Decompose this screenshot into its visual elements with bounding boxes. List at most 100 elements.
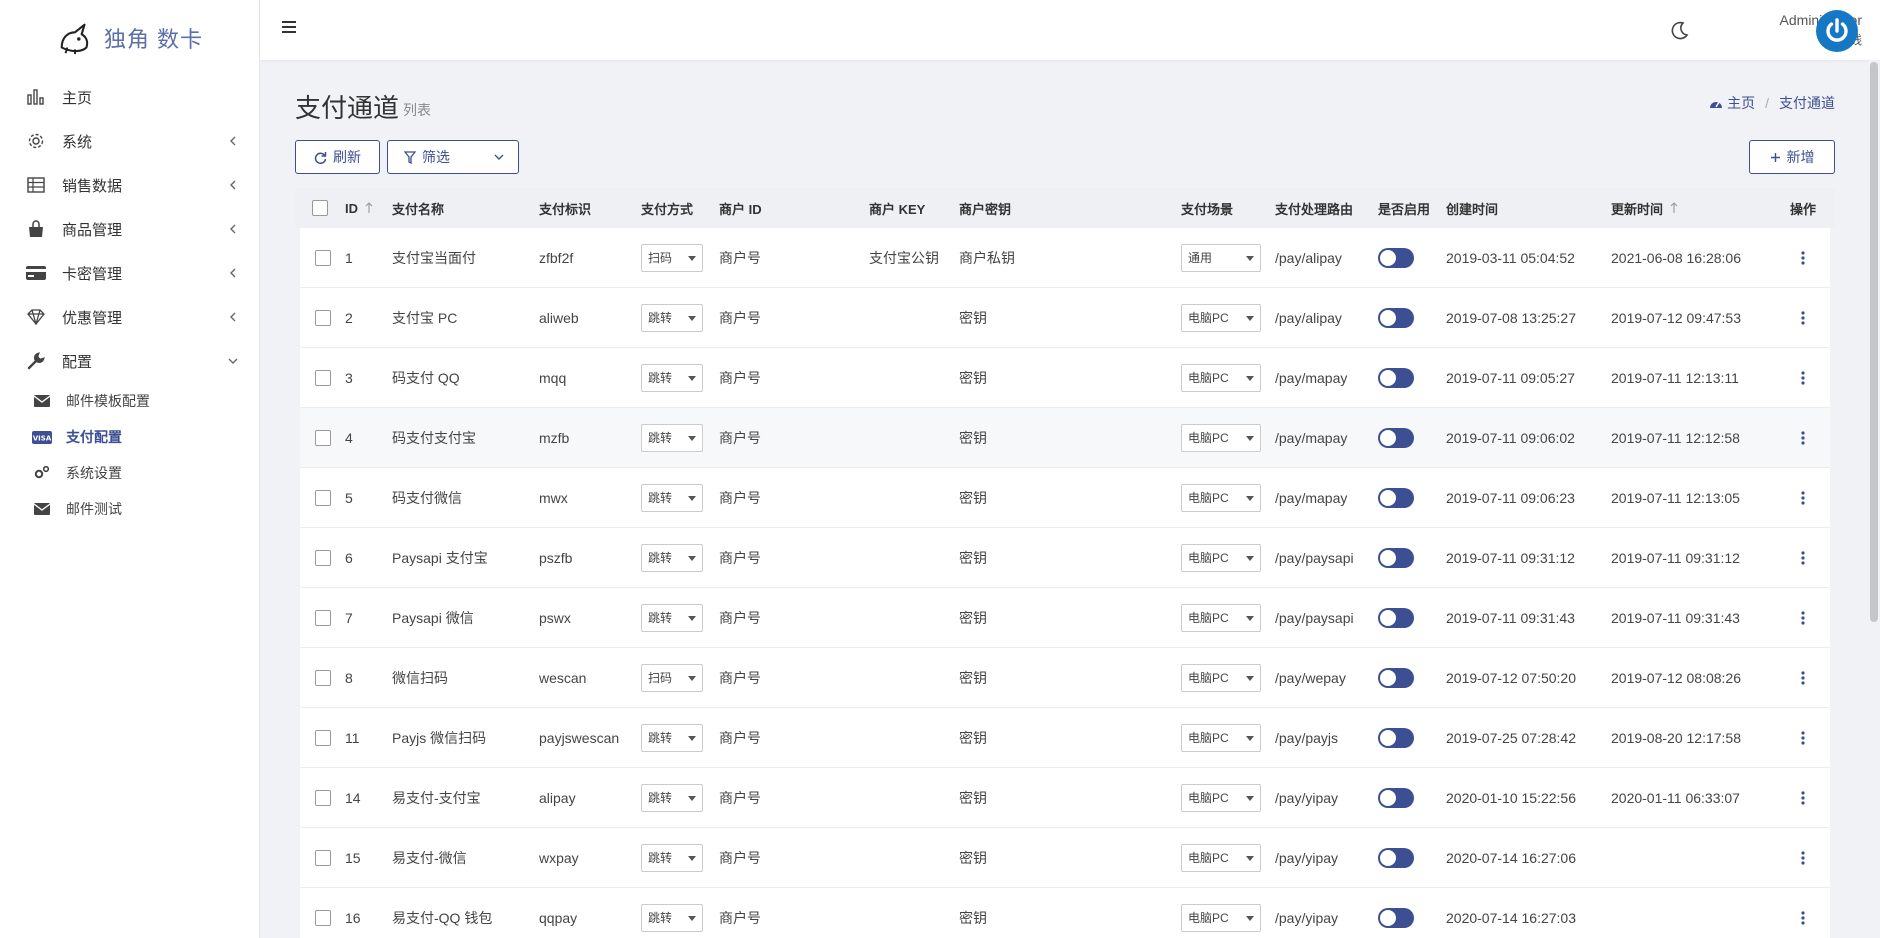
table-row[interactable]: 14 易支付-支付宝 alipay 跳转 商户号 密钥 电脑PC /pay/yi… (300, 768, 1830, 828)
sidebar-subitem-mail-template[interactable]: 邮件模板配置 (0, 383, 259, 419)
pay-way-select[interactable]: 跳转 (641, 543, 703, 572)
enable-toggle[interactable] (1378, 787, 1414, 808)
enable-toggle[interactable] (1378, 907, 1414, 928)
wrench-icon (26, 351, 46, 371)
table-row[interactable]: 15 易支付-微信 wxpay 跳转 商户号 密钥 电脑PC /pay/yipa… (300, 828, 1830, 888)
breadcrumb-home-link[interactable]: 主页 (1709, 93, 1755, 113)
row-actions-kebab-icon[interactable] (1793, 428, 1813, 448)
row-checkbox[interactable] (314, 789, 331, 806)
cell-updated: 2019-07-11 09:31:43 (1611, 609, 1740, 626)
toolbar: 刷新 筛选 新增 (295, 140, 1835, 188)
enable-toggle[interactable] (1378, 307, 1414, 328)
cell-merchant-id: 商户号 (719, 309, 761, 326)
row-actions-kebab-icon[interactable] (1793, 668, 1813, 688)
row-actions-kebab-icon[interactable] (1793, 368, 1813, 388)
row-checkbox[interactable] (314, 249, 331, 266)
row-actions-kebab-icon[interactable] (1793, 308, 1813, 328)
table-row[interactable]: 2 支付宝 PC aliweb 跳转 商户号 密钥 电脑PC /pay/alip… (300, 288, 1830, 348)
row-checkbox[interactable] (314, 849, 331, 866)
avatar[interactable] (1816, 10, 1858, 52)
scrollbar-thumb[interactable] (1870, 62, 1878, 622)
hamburger-menu-icon[interactable] (280, 18, 298, 36)
pay-way-select[interactable]: 跳转 (641, 483, 703, 512)
sidebar-item-system[interactable]: 系统 (0, 119, 259, 163)
pay-scene-select[interactable]: 通用 (1181, 243, 1261, 272)
pay-way-select[interactable]: 跳转 (641, 843, 703, 872)
pay-scene-select[interactable]: 电脑PC (1181, 483, 1261, 512)
row-actions-kebab-icon[interactable] (1793, 788, 1813, 808)
sidebar-item-cards[interactable]: 卡密管理 (0, 251, 259, 295)
pay-scene-select[interactable]: 电脑PC (1181, 903, 1261, 932)
pay-scene-select[interactable]: 电脑PC (1181, 363, 1261, 392)
table-row[interactable]: 5 码支付微信 mwx 跳转 商户号 密钥 电脑PC /pay/mapay 20… (300, 468, 1830, 528)
row-checkbox[interactable] (314, 609, 331, 626)
enable-toggle[interactable] (1378, 667, 1414, 688)
sidebar-subitem-system-settings[interactable]: 系统设置 (0, 455, 259, 491)
table-row[interactable]: 8 微信扫码 wescan 扫码 商户号 密钥 电脑PC /pay/wepay … (300, 648, 1830, 708)
enable-toggle[interactable] (1378, 427, 1414, 448)
sidebar-item-sales[interactable]: 销售数据 (0, 163, 259, 207)
row-checkbox[interactable] (314, 549, 331, 566)
row-checkbox[interactable] (314, 669, 331, 686)
enable-toggle[interactable] (1378, 847, 1414, 868)
enable-toggle[interactable] (1378, 487, 1414, 508)
table-row[interactable]: 11 Payjs 微信扫码 payjswescan 跳转 商户号 密钥 电脑PC… (300, 708, 1830, 768)
row-actions-kebab-icon[interactable] (1793, 488, 1813, 508)
row-actions-kebab-icon[interactable] (1793, 908, 1813, 928)
pay-scene-select[interactable]: 电脑PC (1181, 663, 1261, 692)
col-header-updated[interactable]: 更新时间 (1611, 199, 1776, 218)
pay-scene-select[interactable]: 电脑PC (1181, 783, 1261, 812)
pay-scene-select[interactable]: 电脑PC (1181, 423, 1261, 452)
pay-way-select[interactable]: 跳转 (641, 903, 703, 932)
pay-scene-select[interactable]: 电脑PC (1181, 603, 1261, 632)
pay-scene-select[interactable]: 电脑PC (1181, 303, 1261, 332)
table-row[interactable]: 6 Paysapi 支付宝 pszfb 跳转 商户号 密钥 电脑PC /pay/… (300, 528, 1830, 588)
select-all-checkbox[interactable] (312, 200, 328, 216)
sidebar-item-goods[interactable]: 商品管理 (0, 207, 259, 251)
row-actions-kebab-icon[interactable] (1793, 608, 1813, 628)
table-row[interactable]: 16 易支付-QQ 钱包 qqpay 跳转 商户号 密钥 电脑PC /pay/y… (300, 888, 1830, 938)
sidebar-subitem-mail-test[interactable]: 邮件测试 (0, 491, 259, 527)
sidebar-item-home[interactable]: 主页 (0, 75, 259, 119)
row-actions-kebab-icon[interactable] (1793, 728, 1813, 748)
row-checkbox[interactable] (314, 729, 331, 746)
add-button[interactable]: 新增 (1749, 140, 1835, 174)
pay-way-select[interactable]: 跳转 (641, 603, 703, 632)
row-checkbox[interactable] (314, 489, 331, 506)
pay-way-select[interactable]: 扫码 (641, 243, 703, 272)
table-row[interactable]: 1 支付宝当面付 zfbf2f 扫码 商户号 支付宝公钥 商户私钥 通用 /pa… (300, 228, 1830, 288)
brand[interactable]: 独角 数卡 (0, 0, 259, 75)
enable-toggle[interactable] (1378, 607, 1414, 628)
pay-scene-select[interactable]: 电脑PC (1181, 843, 1261, 872)
refresh-button[interactable]: 刷新 (295, 140, 380, 174)
enable-toggle[interactable] (1378, 727, 1414, 748)
sidebar-item-config[interactable]: 配置 (0, 339, 259, 383)
pay-way-select[interactable]: 跳转 (641, 423, 703, 452)
row-checkbox[interactable] (314, 309, 331, 326)
pay-way-select[interactable]: 跳转 (641, 363, 703, 392)
row-actions-kebab-icon[interactable] (1793, 848, 1813, 868)
table-row[interactable]: 7 Paysapi 微信 pswx 跳转 商户号 密钥 电脑PC /pay/pa… (300, 588, 1830, 648)
row-checkbox[interactable] (314, 369, 331, 386)
row-actions-kebab-icon[interactable] (1793, 248, 1813, 268)
row-checkbox[interactable] (314, 909, 331, 926)
pay-way-select[interactable]: 跳转 (641, 303, 703, 332)
filter-button[interactable]: 筛选 (387, 140, 519, 174)
enable-toggle[interactable] (1378, 367, 1414, 388)
pay-way-select[interactable]: 扫码 (641, 663, 703, 692)
col-header-id[interactable]: ID (345, 201, 392, 216)
dark-mode-moon-icon[interactable] (1668, 20, 1690, 42)
page-scrollbar[interactable] (1868, 60, 1880, 938)
sidebar-item-coupons[interactable]: 优惠管理 (0, 295, 259, 339)
sidebar-subitem-payment[interactable]: VISA 支付配置 (0, 419, 259, 455)
pay-scene-select[interactable]: 电脑PC (1181, 723, 1261, 752)
pay-scene-select[interactable]: 电脑PC (1181, 543, 1261, 572)
row-actions-kebab-icon[interactable] (1793, 548, 1813, 568)
enable-toggle[interactable] (1378, 247, 1414, 268)
enable-toggle[interactable] (1378, 547, 1414, 568)
table-row[interactable]: 3 码支付 QQ mqq 跳转 商户号 密钥 电脑PC /pay/mapay 2… (300, 348, 1830, 408)
table-row[interactable]: 4 码支付支付宝 mzfb 跳转 商户号 密钥 电脑PC /pay/mapay … (300, 408, 1830, 468)
pay-way-select[interactable]: 跳转 (641, 723, 703, 752)
pay-way-select[interactable]: 跳转 (641, 783, 703, 812)
row-checkbox[interactable] (314, 429, 331, 446)
